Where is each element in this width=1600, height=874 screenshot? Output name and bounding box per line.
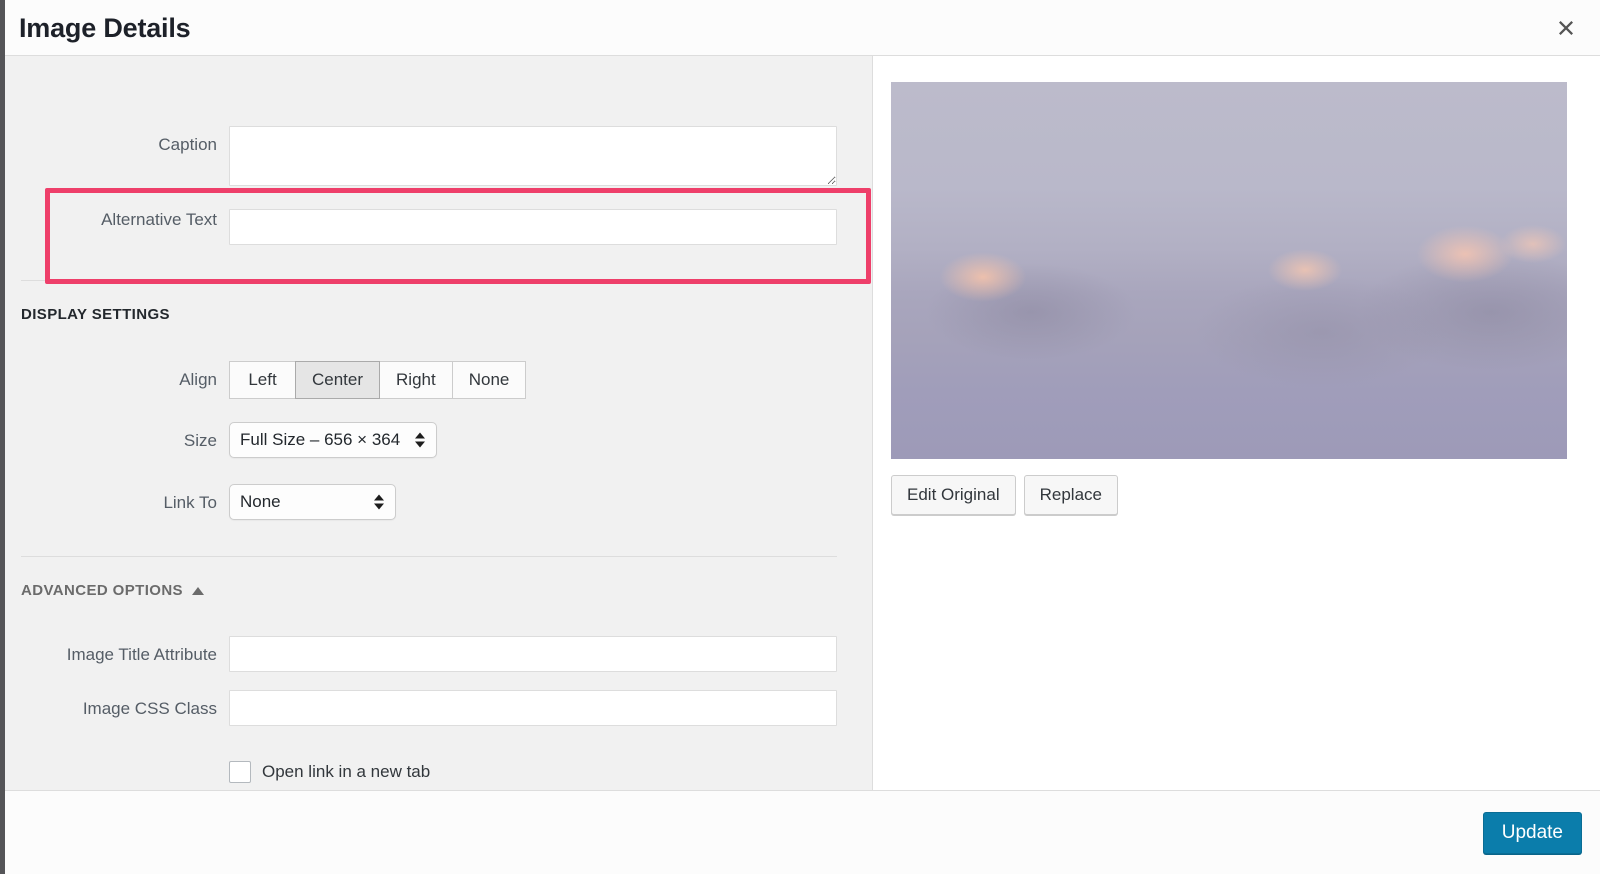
size-label: Size xyxy=(183,431,217,450)
image-title-attribute-label: Image Title Attribute xyxy=(66,645,217,664)
image-title-attribute-row: Image Title Attribute xyxy=(5,636,873,672)
image-preview xyxy=(891,82,1567,459)
page-title: Image Details xyxy=(19,13,191,43)
align-option-center[interactable]: Center xyxy=(295,361,381,399)
open-new-tab-checkbox[interactable] xyxy=(229,761,251,783)
open-new-tab-row: Open link in a new tab xyxy=(5,761,873,783)
align-label: Align xyxy=(179,370,217,389)
image-action-buttons: Edit Original Replace xyxy=(891,475,1118,515)
size-select-value: Full Size – 656 × 364 xyxy=(240,430,401,449)
close-icon[interactable] xyxy=(1542,4,1590,52)
caption-row: Caption xyxy=(5,126,873,186)
advanced-options-toggle[interactable]: ADVANCED OPTIONS xyxy=(21,582,204,599)
divider-advanced-options xyxy=(21,556,837,557)
replace-button[interactable]: Replace xyxy=(1023,475,1118,515)
caption-input[interactable] xyxy=(229,126,837,186)
open-new-tab-spacer xyxy=(5,761,229,764)
align-option-none[interactable]: None xyxy=(451,361,527,399)
display-settings-heading: DISPLAY SETTINGS xyxy=(21,306,170,323)
modal-footer: Update xyxy=(5,791,1600,874)
image-css-class-row: Image CSS Class xyxy=(5,690,873,726)
divider-display-settings xyxy=(21,280,837,281)
edit-original-button[interactable]: Edit Original xyxy=(891,475,1016,515)
size-select[interactable]: Full Size – 656 × 364 xyxy=(229,422,437,458)
spinner-arrows-icon xyxy=(415,432,425,448)
image-details-modal: Image Details Caption Alternative Text D… xyxy=(0,0,1600,874)
alternative-text-input[interactable] xyxy=(229,209,837,245)
modal-body: Caption Alternative Text DISPLAY SETTING… xyxy=(5,56,1600,791)
image-title-attribute-input[interactable] xyxy=(229,636,837,672)
advanced-options-label: ADVANCED OPTIONS xyxy=(21,582,183,599)
alternative-text-label: Alternative Text xyxy=(101,210,217,229)
preview-pane: Edit Original Replace xyxy=(873,56,1600,790)
link-to-row: Link To None xyxy=(5,484,873,520)
image-css-class-label: Image CSS Class xyxy=(82,699,217,718)
caret-up-icon xyxy=(191,586,204,595)
size-row: Size Full Size – 656 × 364 xyxy=(5,422,873,458)
caption-label: Caption xyxy=(158,135,217,154)
align-option-left[interactable]: Left xyxy=(229,361,295,399)
link-to-select[interactable]: None xyxy=(229,484,396,520)
open-new-tab-label[interactable]: Open link in a new tab xyxy=(262,762,430,782)
align-row: Align Left Center Right None xyxy=(5,361,873,399)
link-to-select-value: None xyxy=(240,492,281,511)
image-css-class-input[interactable] xyxy=(229,690,837,726)
modal-header: Image Details xyxy=(5,0,1600,56)
update-button[interactable]: Update xyxy=(1482,812,1582,854)
link-to-label: Link To xyxy=(163,493,217,512)
settings-pane: Caption Alternative Text DISPLAY SETTING… xyxy=(5,56,873,790)
align-option-right[interactable]: Right xyxy=(380,361,452,399)
alternative-text-row: Alternative Text xyxy=(5,209,873,245)
align-button-group: Left Center Right None xyxy=(229,361,527,399)
spinner-arrows-icon xyxy=(374,494,384,510)
